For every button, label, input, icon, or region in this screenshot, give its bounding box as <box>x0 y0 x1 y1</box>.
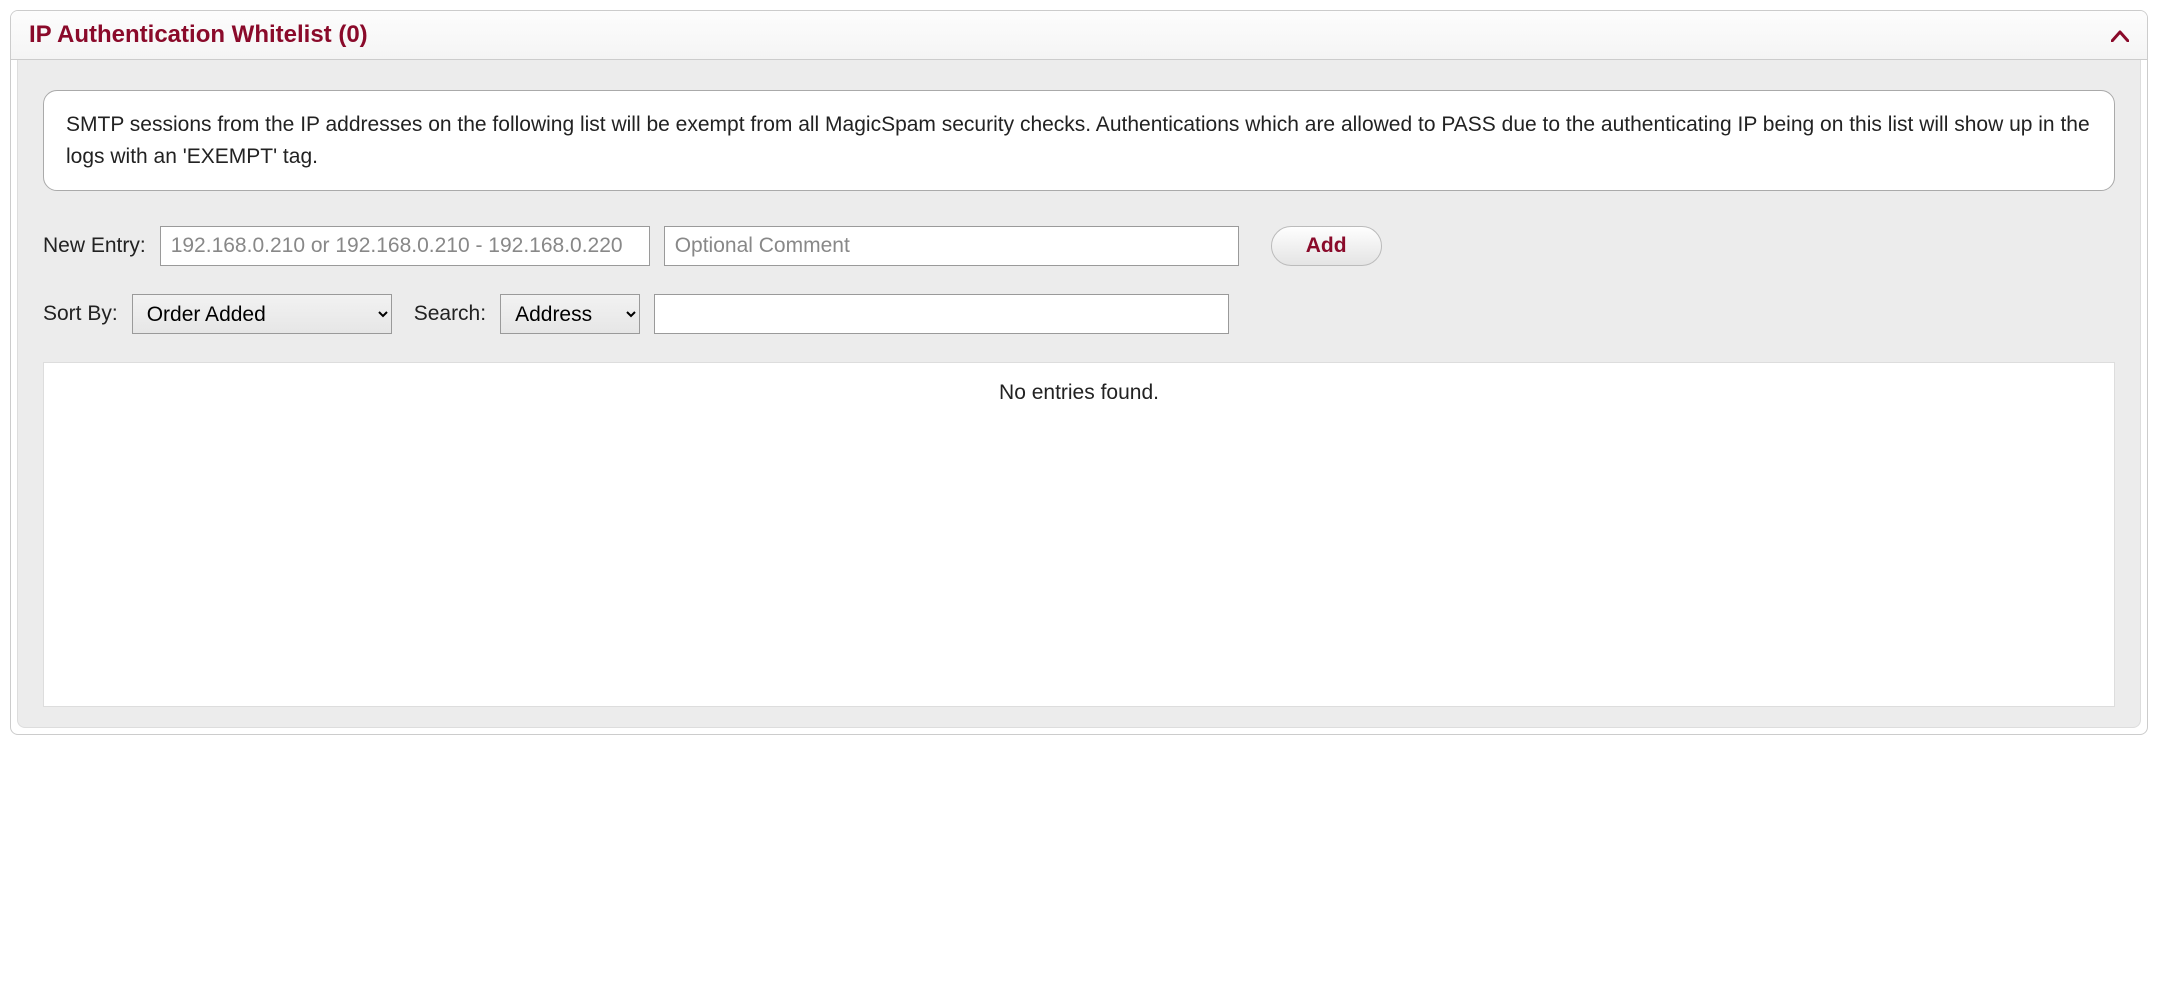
ip-address-input[interactable] <box>160 226 650 266</box>
comment-input[interactable] <box>664 226 1239 266</box>
results-box: No entries found. <box>43 362 2115 707</box>
new-entry-label: New Entry: <box>43 234 146 258</box>
new-entry-row: New Entry: Add <box>43 226 2115 266</box>
add-button[interactable]: Add <box>1271 226 1382 266</box>
panel-title: IP Authentication Whitelist (0) <box>29 21 368 49</box>
panel-body: SMTP sessions from the IP addresses on t… <box>17 60 2141 728</box>
info-description: SMTP sessions from the IP addresses on t… <box>43 90 2115 191</box>
sort-by-select[interactable]: Order Added <box>132 294 392 334</box>
chevron-up-icon <box>2111 22 2129 48</box>
empty-message: No entries found. <box>999 381 1159 404</box>
search-label: Search: <box>414 302 486 326</box>
panel-header[interactable]: IP Authentication Whitelist (0) <box>11 11 2147 60</box>
sort-by-label: Sort By: <box>43 302 118 326</box>
search-type-select[interactable]: Address <box>500 294 640 334</box>
whitelist-panel: IP Authentication Whitelist (0) SMTP ses… <box>10 10 2148 735</box>
sort-search-row: Sort By: Order Added Search: Address <box>43 294 2115 334</box>
search-input[interactable] <box>654 294 1229 334</box>
